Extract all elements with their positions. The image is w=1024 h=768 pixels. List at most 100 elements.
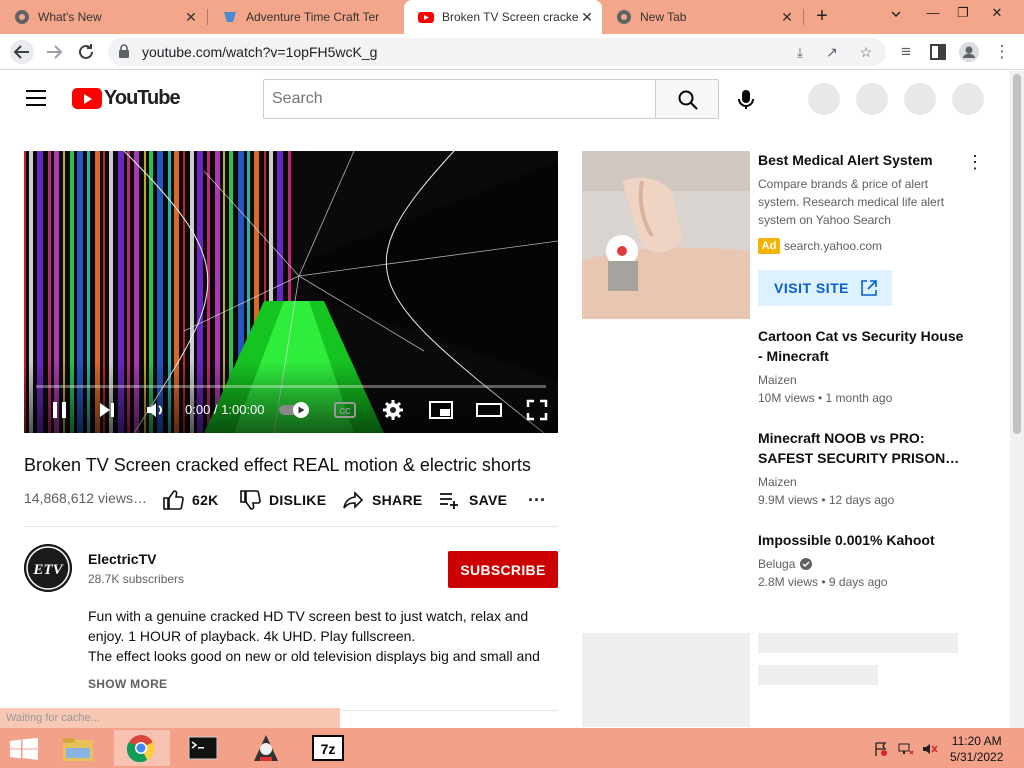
taskbar-clock[interactable]: 11:20 AM 5/31/2022 bbox=[950, 733, 1003, 765]
install-icon[interactable]: ⤓ bbox=[790, 42, 810, 62]
youtube-icon bbox=[418, 9, 434, 25]
miniplayer-icon[interactable] bbox=[429, 399, 453, 421]
like-button[interactable]: 62K bbox=[162, 488, 219, 512]
chevron-down-icon[interactable] bbox=[890, 8, 902, 23]
restore-icon[interactable]: ❐ bbox=[948, 2, 978, 24]
recommendation-title[interactable]: Cartoon Cat vs Security House - Minecraf… bbox=[758, 326, 968, 366]
address-bar[interactable]: youtube.com/watch?v=1opFH5wcK_g ⤓ ↗ ☆ bbox=[108, 38, 886, 66]
avatar-logo-text: ETV bbox=[32, 562, 64, 578]
chrome-taskbar-icon[interactable] bbox=[114, 730, 170, 766]
ad-thumbnail[interactable] bbox=[582, 151, 750, 319]
seven-zip-icon[interactable]: 7z bbox=[300, 730, 356, 766]
visit-site-label: VISIT SITE bbox=[774, 280, 850, 296]
description-line: The effect looks good on new or old tele… bbox=[88, 648, 540, 664]
tab-whats-new[interactable]: What's New ✕ bbox=[0, 0, 206, 34]
side-panel-icon[interactable] bbox=[926, 40, 950, 64]
volume-muted-icon[interactable] bbox=[920, 730, 940, 766]
tab-title: New Tab bbox=[640, 10, 687, 24]
page-icon bbox=[222, 9, 238, 25]
theater-mode-icon[interactable] bbox=[476, 399, 502, 421]
recommendation-meta: 2.8M views • 9 days ago bbox=[758, 575, 888, 589]
close-tab-icon[interactable]: ✕ bbox=[778, 9, 796, 26]
channel-avatar[interactable]: ETV bbox=[24, 544, 72, 592]
settings-gear-icon[interactable] bbox=[382, 399, 404, 421]
more-actions-icon[interactable]: ··· bbox=[528, 490, 546, 511]
captions-icon[interactable]: CC bbox=[334, 399, 356, 421]
network-icon[interactable] bbox=[896, 730, 916, 766]
video-player[interactable]: 0:00 / 1:00:00 CC bbox=[24, 151, 558, 433]
dislike-button[interactable]: DISLIKE bbox=[239, 488, 326, 512]
tab-strip: What's New ✕ Adventure Time Craft Ter Br… bbox=[0, 0, 1024, 34]
create-icon[interactable] bbox=[808, 83, 840, 115]
search-input[interactable] bbox=[263, 79, 656, 119]
minimize-icon[interactable]: — bbox=[918, 2, 948, 24]
ad-title[interactable]: Best Medical Alert System bbox=[758, 152, 933, 168]
recommendation-title[interactable]: Impossible 0.001% Kahoot bbox=[758, 530, 968, 550]
autoplay-toggle[interactable] bbox=[278, 399, 312, 421]
next-icon[interactable] bbox=[96, 399, 118, 421]
recommendation-channel-row[interactable]: Beluga bbox=[758, 557, 813, 571]
chrome-menu-icon[interactable]: ⋮ bbox=[990, 40, 1014, 64]
youtube-header: YouTube bbox=[0, 71, 1010, 127]
youtube-logo[interactable]: YouTube bbox=[72, 87, 181, 110]
recommendation-channel[interactable]: Maizen bbox=[758, 373, 797, 387]
volume-icon[interactable] bbox=[144, 399, 166, 421]
share-label: SHARE bbox=[372, 492, 423, 508]
notifications-icon[interactable] bbox=[904, 83, 936, 115]
progress-bar[interactable] bbox=[36, 385, 546, 388]
share-icon[interactable]: ↗ bbox=[822, 42, 842, 62]
save-button[interactable]: SAVE bbox=[439, 488, 507, 512]
close-window-icon[interactable]: ✕ bbox=[982, 2, 1012, 24]
search-button[interactable] bbox=[655, 79, 719, 119]
profile-icon[interactable] bbox=[957, 40, 981, 64]
tab-new-tab[interactable]: New Tab ✕ bbox=[602, 0, 802, 34]
new-tab-icon[interactable]: + bbox=[810, 4, 834, 28]
terminal-icon[interactable] bbox=[176, 730, 232, 766]
thumbs-up-icon bbox=[163, 490, 184, 510]
loading-meta-placeholder bbox=[758, 665, 878, 685]
ad-description: Compare brands & price of alert system. … bbox=[758, 177, 945, 227]
search-icon bbox=[678, 90, 698, 110]
close-tab-icon[interactable]: ✕ bbox=[182, 9, 200, 26]
view-count[interactable]: 14,868,612 views… bbox=[24, 490, 147, 506]
description-line: Fun with a genuine cracked HD TV screen … bbox=[88, 608, 529, 624]
logo-text: YouTube bbox=[104, 87, 181, 109]
back-icon[interactable] bbox=[10, 40, 34, 64]
svg-text:CC: CC bbox=[339, 407, 351, 416]
more-vert-icon[interactable]: ⋮ bbox=[966, 152, 984, 173]
visit-site-button[interactable]: VISIT SITE bbox=[758, 270, 892, 306]
lock-icon[interactable] bbox=[118, 44, 130, 58]
player-controls: 0:00 / 1:00:00 CC bbox=[24, 385, 558, 433]
channel-name[interactable]: ElectricTV bbox=[88, 551, 156, 567]
divider bbox=[24, 526, 558, 527]
status-bubble: Waiting for cache... bbox=[0, 708, 340, 728]
menu-icon[interactable] bbox=[26, 90, 46, 106]
close-tab-icon[interactable]: ✕ bbox=[578, 9, 596, 26]
fullscreen-icon[interactable] bbox=[526, 399, 548, 421]
account-avatar[interactable] bbox=[952, 83, 984, 115]
file-explorer-icon[interactable] bbox=[52, 730, 108, 766]
tab-adventure-time[interactable]: Adventure Time Craft Ter bbox=[208, 0, 404, 34]
show-more-button[interactable]: SHOW MORE bbox=[88, 677, 167, 691]
apps-icon[interactable] bbox=[856, 83, 888, 115]
tab-broken-tv[interactable]: Broken TV Screen cracke ✕ bbox=[404, 0, 602, 34]
start-button[interactable] bbox=[0, 730, 56, 766]
save-label: SAVE bbox=[469, 492, 508, 508]
scrollbar-thumb[interactable] bbox=[1013, 74, 1021, 434]
share-button[interactable]: SHARE bbox=[342, 488, 423, 512]
recommendation-channel[interactable]: Maizen bbox=[758, 475, 797, 489]
java-app-icon[interactable] bbox=[238, 730, 294, 766]
media-control-icon[interactable]: ≡ bbox=[894, 40, 918, 64]
recommendation-title[interactable]: Minecraft NOOB vs PRO: SAFEST SECURITY P… bbox=[758, 428, 968, 468]
subscribe-button[interactable]: SUBSCRIBE bbox=[448, 551, 558, 588]
microphone-icon[interactable] bbox=[732, 85, 760, 113]
action-center-flag-icon[interactable] bbox=[870, 730, 890, 766]
loading-title-placeholder bbox=[758, 633, 958, 653]
forward-icon[interactable] bbox=[42, 40, 66, 64]
reload-icon[interactable] bbox=[74, 40, 98, 64]
pause-icon[interactable] bbox=[50, 399, 70, 421]
thumbs-down-icon bbox=[240, 490, 261, 510]
bookmark-star-icon[interactable]: ☆ bbox=[856, 42, 876, 62]
chrome-icon bbox=[14, 9, 30, 25]
recommendation-meta: 10M views • 1 month ago bbox=[758, 391, 893, 405]
